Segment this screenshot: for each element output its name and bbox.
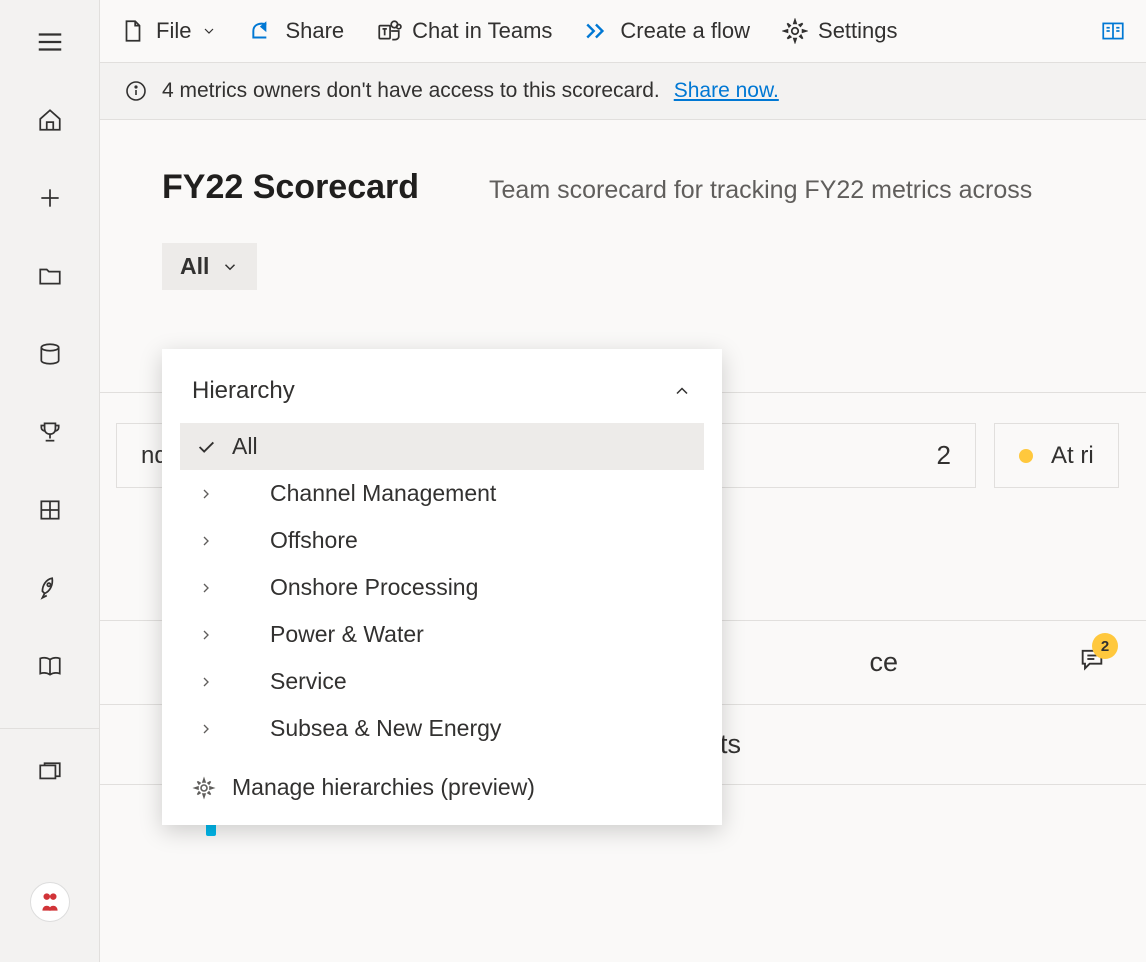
share-now-link[interactable]: Share now.	[674, 79, 779, 103]
file-label: File	[156, 18, 191, 44]
user-avatar-icon[interactable]	[30, 882, 70, 922]
teams-icon	[376, 18, 402, 44]
info-message: 4 metrics owners don't have access to th…	[162, 79, 660, 103]
database-icon[interactable]	[26, 330, 74, 378]
book-icon[interactable]	[26, 642, 74, 690]
share-icon	[249, 18, 275, 44]
info-bar: 4 metrics owners don't have access to th…	[100, 63, 1146, 120]
trophy-icon[interactable]	[26, 408, 74, 456]
flow-icon	[584, 18, 610, 44]
status-count: 2	[937, 440, 951, 471]
flow-label: Create a flow	[620, 18, 750, 44]
hierarchy-item-subsea-new-energy[interactable]: Subsea & New Energy	[180, 705, 704, 752]
file-menu[interactable]: File	[120, 18, 217, 44]
status-card-label-fragment: At ri	[1051, 442, 1094, 470]
home-icon[interactable]	[26, 96, 74, 144]
hierarchy-dropdown-panel: Hierarchy All Channel Management Offshor…	[162, 349, 722, 825]
comments-button[interactable]: 2	[1078, 645, 1106, 680]
reading-icon	[1100, 18, 1126, 44]
gear-icon	[782, 18, 808, 44]
manage-hierarchies-button[interactable]: Manage hierarchies (preview)	[162, 752, 722, 801]
gear-icon	[192, 776, 216, 800]
hierarchy-item-onshore-processing[interactable]: Onshore Processing	[180, 564, 704, 611]
hierarchy-item-label: All	[232, 433, 258, 460]
create-flow-button[interactable]: Create a flow	[584, 18, 750, 44]
status-card-atrisk[interactable]: At ri	[994, 423, 1119, 488]
hierarchy-item-label: Offshore	[270, 527, 358, 554]
settings-label: Settings	[818, 18, 898, 44]
comment-count-badge: 2	[1092, 633, 1118, 659]
scorecard-title: FY22 Scorecard	[162, 168, 419, 207]
hierarchy-item-power-water[interactable]: Power & Water	[180, 611, 704, 658]
hierarchy-header-label: Hierarchy	[192, 377, 295, 405]
filter-label: All	[180, 253, 209, 280]
left-nav-rail	[0, 0, 100, 962]
share-label: Share	[285, 18, 344, 44]
hierarchy-item-offshore[interactable]: Offshore	[180, 517, 704, 564]
checkmark-icon	[194, 436, 218, 458]
hierarchy-item-label: Subsea & New Energy	[270, 715, 501, 742]
apps-icon[interactable]	[26, 486, 74, 534]
reading-view-button[interactable]	[1100, 18, 1126, 44]
chevron-right-icon[interactable]	[194, 533, 218, 549]
chevron-down-icon	[201, 23, 217, 39]
metric-name-fragment: ce	[869, 647, 898, 678]
chevron-down-icon	[221, 258, 239, 276]
hierarchy-item-all[interactable]: All	[180, 423, 704, 470]
rocket-icon[interactable]	[26, 564, 74, 612]
workspaces-icon[interactable]	[26, 749, 74, 797]
file-icon	[120, 18, 146, 44]
chevron-right-icon[interactable]	[194, 674, 218, 690]
chevron-up-icon[interactable]	[672, 381, 692, 401]
hierarchy-item-label: Service	[270, 668, 347, 695]
chevron-right-icon[interactable]	[194, 580, 218, 596]
hierarchy-item-label: Power & Water	[270, 621, 424, 648]
chevron-right-icon[interactable]	[194, 486, 218, 502]
chat-teams-button[interactable]: Chat in Teams	[376, 18, 552, 44]
plus-icon[interactable]	[26, 174, 74, 222]
chat-label: Chat in Teams	[412, 18, 552, 44]
manage-hierarchies-label: Manage hierarchies (preview)	[232, 774, 535, 801]
folder-icon[interactable]	[26, 252, 74, 300]
chevron-right-icon[interactable]	[194, 721, 218, 737]
hierarchy-filter-chip[interactable]: All	[162, 243, 257, 290]
metric-name-fragment: ts	[720, 729, 741, 760]
status-dot-icon	[1019, 449, 1033, 463]
hierarchy-item-label: Onshore Processing	[270, 574, 478, 601]
hamburger-menu-icon[interactable]	[26, 18, 74, 66]
toolbar: File Share Chat in Teams Create a flow S…	[100, 0, 1146, 63]
hierarchy-item-channel-management[interactable]: Channel Management	[180, 470, 704, 517]
hierarchy-item-service[interactable]: Service	[180, 658, 704, 705]
chevron-right-icon[interactable]	[194, 627, 218, 643]
scorecard-description: Team scorecard for tracking FY22 metrics…	[489, 176, 1032, 205]
info-icon	[124, 79, 148, 103]
hierarchy-item-label: Channel Management	[270, 480, 496, 507]
share-button[interactable]: Share	[249, 18, 344, 44]
settings-button[interactable]: Settings	[782, 18, 898, 44]
